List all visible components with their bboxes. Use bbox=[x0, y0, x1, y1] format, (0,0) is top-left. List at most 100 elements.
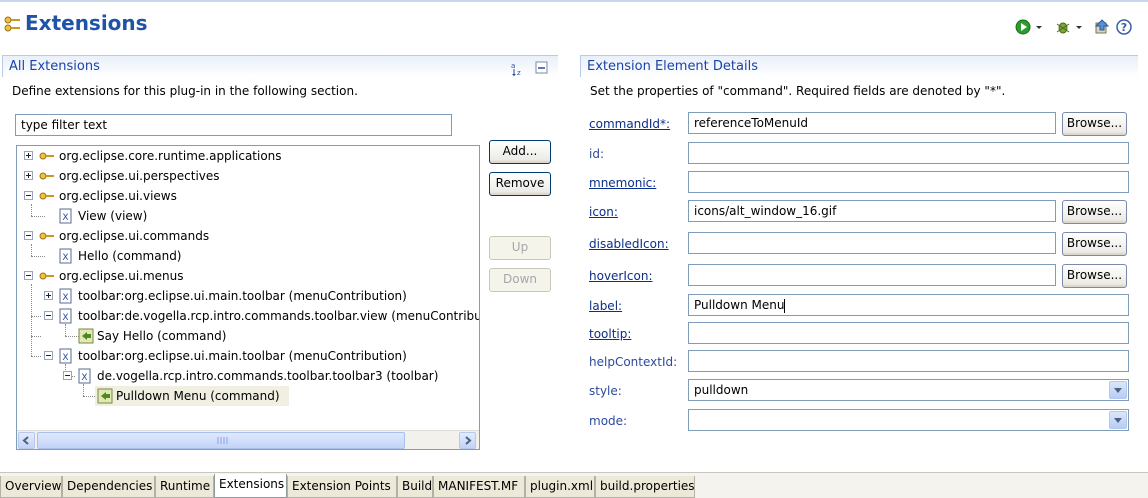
helpcontextid-field[interactable] bbox=[688, 350, 1129, 372]
text-cursor bbox=[784, 298, 786, 313]
scroll-thumb[interactable] bbox=[37, 432, 405, 449]
collapse-icon[interactable] bbox=[44, 351, 53, 360]
export-wizard-icon[interactable] bbox=[1093, 18, 1111, 36]
details-section-title: Extension Element Details bbox=[580, 55, 1138, 77]
tree-item-label: org.eclipse.ui.commands bbox=[59, 229, 210, 243]
chevron-left-icon bbox=[22, 436, 29, 445]
chevron-right-icon bbox=[465, 436, 472, 445]
tab-overview[interactable]: Overview bbox=[0, 476, 62, 498]
tree-item[interactable]: org.eclipse.ui.menus bbox=[17, 266, 477, 286]
commandid-label[interactable]: commandId*: bbox=[589, 117, 670, 131]
label-label[interactable]: label: bbox=[589, 299, 622, 313]
help-icon[interactable]: ? bbox=[1115, 18, 1133, 36]
hovericon-label[interactable]: hoverIcon: bbox=[589, 269, 653, 283]
tree-item[interactable]: org.eclipse.ui.views bbox=[17, 186, 477, 206]
extensions-icon bbox=[4, 16, 20, 32]
tab-extensions[interactable]: Extensions bbox=[214, 474, 287, 498]
tab-build-properties[interactable]: build.properties bbox=[595, 476, 695, 498]
tree-item[interactable]: X toolbar:org.eclipse.ui.main.toolbar (m… bbox=[17, 286, 477, 306]
disabledicon-browse-button[interactable]: Browse... bbox=[1062, 232, 1127, 256]
helpcontextid-label: helpContextId: bbox=[589, 355, 678, 369]
grip-icon bbox=[217, 437, 228, 444]
up-button[interactable]: Up bbox=[489, 236, 551, 260]
tab-plugin-xml[interactable]: plugin.xml bbox=[525, 476, 595, 498]
disabledicon-label[interactable]: disabledIcon: bbox=[589, 237, 669, 251]
icon-browse-button[interactable]: Browse... bbox=[1062, 200, 1127, 224]
collapse-icon[interactable] bbox=[44, 311, 53, 320]
all-extensions-section-title: All Extensions bbox=[2, 55, 558, 77]
mnemonic-label[interactable]: mnemonic: bbox=[589, 176, 656, 190]
mode-combo[interactable] bbox=[688, 409, 1129, 431]
tree-item[interactable]: Say Hello (command) bbox=[17, 326, 477, 346]
icon-label[interactable]: icon: bbox=[589, 205, 618, 219]
horizontal-scrollbar[interactable] bbox=[17, 430, 479, 449]
hovericon-browse-button[interactable]: Browse... bbox=[1062, 264, 1127, 288]
hovericon-field[interactable] bbox=[688, 264, 1056, 286]
page-title: Extensions bbox=[25, 11, 148, 35]
scroll-right-button[interactable] bbox=[459, 432, 476, 449]
tree-item-selected[interactable]: Pulldown Menu (command) bbox=[17, 386, 477, 406]
tooltip-label[interactable]: tooltip: bbox=[589, 327, 631, 341]
label-field[interactable]: Pulldown Menu bbox=[688, 294, 1129, 316]
tab-manifest[interactable]: MANIFEST.MF bbox=[433, 476, 525, 498]
svg-text:X: X bbox=[62, 293, 68, 303]
collapse-icon[interactable] bbox=[24, 191, 33, 200]
commandid-browse-button[interactable]: Browse... bbox=[1062, 112, 1127, 136]
chevron-down-icon[interactable] bbox=[1109, 381, 1127, 399]
extension-point-icon bbox=[39, 232, 54, 240]
tree-item-label: Pulldown Menu (command) bbox=[116, 389, 280, 403]
tooltip-field[interactable] bbox=[688, 322, 1129, 344]
debug-dropdown-icon[interactable] bbox=[1074, 18, 1084, 36]
expand-icon[interactable] bbox=[24, 171, 33, 180]
tree-item-label: toolbar:org.eclipse.ui.main.toolbar (men… bbox=[78, 349, 407, 363]
tree-item[interactable]: org.eclipse.ui.perspectives bbox=[17, 166, 477, 186]
collapse-icon[interactable] bbox=[24, 231, 33, 240]
extension-point-icon bbox=[39, 152, 54, 160]
tab-runtime[interactable]: Runtime bbox=[155, 476, 214, 498]
commandid-field[interactable]: referenceToMenuId bbox=[688, 112, 1056, 134]
expand-icon[interactable] bbox=[24, 151, 33, 160]
disabledicon-field[interactable] bbox=[688, 232, 1056, 254]
svg-text:X: X bbox=[62, 313, 68, 323]
style-combo[interactable]: pulldown bbox=[688, 379, 1129, 401]
details-description: Set the properties of "command". Require… bbox=[590, 84, 1006, 98]
tree-item[interactable]: X Hello (command) bbox=[17, 246, 477, 266]
tab-dependencies[interactable]: Dependencies bbox=[62, 476, 155, 498]
style-combo-value: pulldown bbox=[694, 383, 749, 397]
collapse-icon[interactable] bbox=[24, 271, 33, 280]
scroll-left-button[interactable] bbox=[18, 432, 35, 449]
svg-text:a: a bbox=[511, 62, 515, 70]
tree-item[interactable]: org.eclipse.core.runtime.applications bbox=[17, 146, 477, 166]
extensions-tree[interactable]: org.eclipse.core.runtime.applications or… bbox=[16, 145, 480, 450]
run-dropdown-icon[interactable] bbox=[1034, 18, 1044, 36]
tab-extension-points[interactable]: Extension Points bbox=[287, 476, 397, 498]
tree-item[interactable]: X toolbar:org.eclipse.ui.main.toolbar (m… bbox=[17, 346, 477, 366]
run-icon[interactable] bbox=[1014, 18, 1032, 36]
svg-text:?: ? bbox=[1121, 21, 1127, 34]
command-icon bbox=[78, 328, 94, 344]
form-header: Extensions ? bbox=[0, 2, 1148, 42]
chevron-down-icon[interactable] bbox=[1109, 411, 1127, 429]
down-button[interactable]: Down bbox=[489, 268, 551, 292]
mnemonic-field[interactable] bbox=[688, 171, 1129, 193]
debug-icon[interactable] bbox=[1054, 18, 1072, 36]
element-icon: X bbox=[78, 368, 91, 384]
sort-icon[interactable]: a z bbox=[510, 59, 528, 77]
collapse-icon[interactable] bbox=[63, 371, 72, 380]
add-button[interactable]: Add... bbox=[489, 140, 551, 164]
tree-item[interactable]: X View (view) bbox=[17, 206, 477, 226]
id-field[interactable] bbox=[688, 142, 1129, 164]
tree-item[interactable]: X toolbar:de.vogella.rcp.intro.commands.… bbox=[17, 306, 480, 326]
tree-item[interactable]: X de.vogella.rcp.intro.commands.toolbar.… bbox=[17, 366, 477, 386]
tree-item-label: toolbar:de.vogella.rcp.intro.commands.to… bbox=[78, 309, 480, 323]
filter-input[interactable]: type filter text bbox=[15, 114, 452, 136]
tree-item[interactable]: org.eclipse.ui.commands bbox=[17, 226, 477, 246]
tab-build[interactable]: Build bbox=[397, 476, 433, 498]
remove-button[interactable]: Remove bbox=[489, 172, 551, 196]
collapse-all-icon[interactable] bbox=[535, 61, 549, 75]
command-icon bbox=[97, 388, 113, 404]
icon-field[interactable]: icons/alt_window_16.gif bbox=[688, 200, 1056, 222]
tree-item-label: de.vogella.rcp.intro.commands.toolbar.to… bbox=[97, 369, 439, 383]
expand-icon[interactable] bbox=[44, 291, 53, 300]
tree-item-label: toolbar:org.eclipse.ui.main.toolbar (men… bbox=[78, 289, 407, 303]
